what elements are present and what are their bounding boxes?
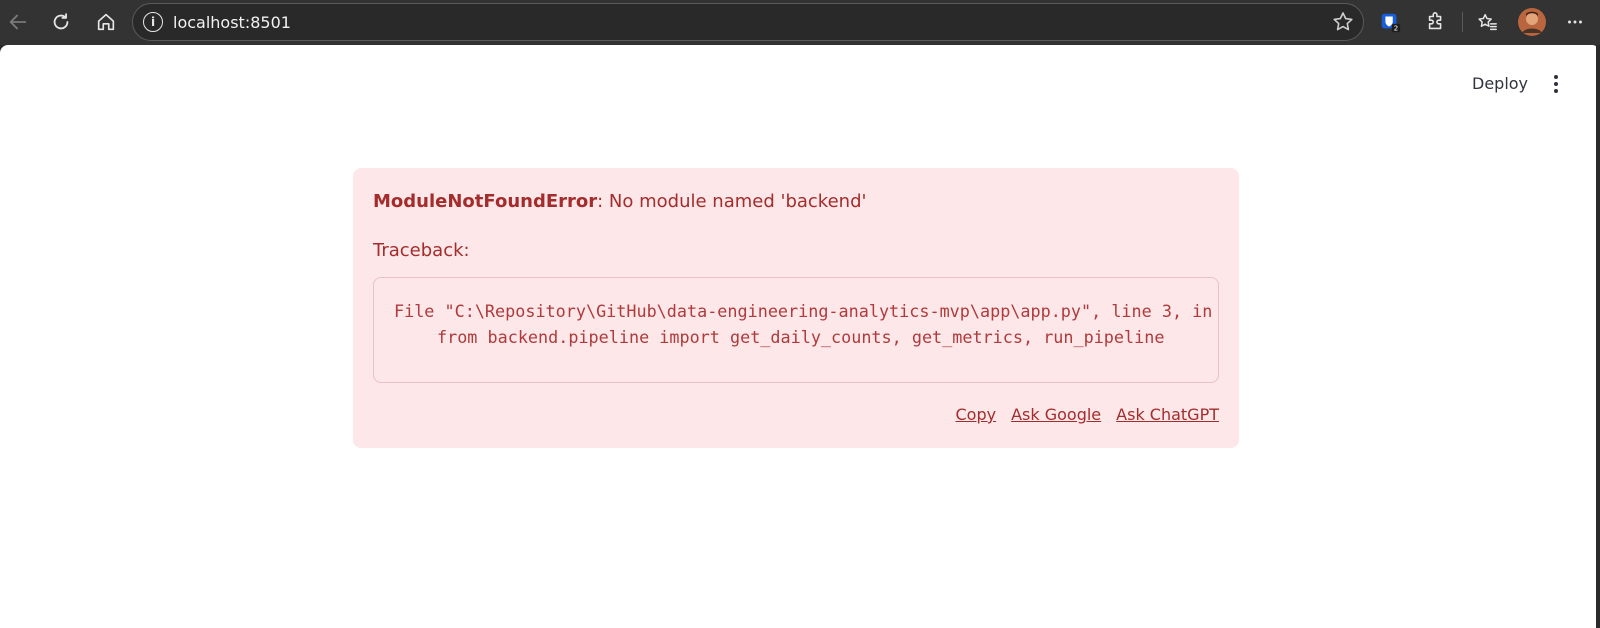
extension-badge: 2: [1394, 24, 1399, 33]
site-info-icon[interactable]: i: [143, 12, 163, 32]
reload-icon[interactable]: [43, 4, 79, 40]
browser-toolbar: i localhost:8501 2: [0, 0, 1600, 45]
toolbar-divider: [1462, 12, 1463, 32]
ask-google-link[interactable]: Ask Google: [1011, 405, 1101, 424]
star-icon[interactable]: [1331, 10, 1355, 34]
url-text: localhost:8501: [173, 13, 291, 32]
avatar[interactable]: [1514, 4, 1550, 40]
traceback-code-block[interactable]: File "C:\Repository\GitHub\data-engineer…: [373, 277, 1219, 383]
ask-chatgpt-link[interactable]: Ask ChatGPT: [1116, 405, 1219, 424]
traceback-label: Traceback:: [373, 240, 470, 261]
deploy-button[interactable]: Deploy: [1472, 74, 1528, 93]
error-card: ModuleNotFoundError: No module named 'ba…: [353, 168, 1239, 448]
address-bar[interactable]: i localhost:8501: [132, 3, 1364, 41]
favorites-icon[interactable]: [1469, 4, 1505, 40]
error-name: ModuleNotFoundError: [373, 191, 598, 212]
back-arrow-icon[interactable]: [0, 4, 36, 40]
puzzle-icon[interactable]: [1418, 4, 1454, 40]
bitwarden-icon[interactable]: 2: [1372, 4, 1408, 40]
error-actions: Copy Ask Google Ask ChatGPT: [956, 405, 1220, 424]
error-title: ModuleNotFoundError: No module named 'ba…: [373, 191, 866, 212]
copy-link[interactable]: Copy: [956, 405, 997, 424]
page-content: Deploy ModuleNotFoundError: No module na…: [0, 45, 1600, 628]
code-line: from backend.pipeline import get_daily_c…: [437, 327, 1165, 347]
window-edge: [1596, 45, 1600, 628]
main-menu-icon[interactable]: [1546, 73, 1566, 95]
error-message: : No module named 'backend': [597, 191, 867, 212]
more-icon[interactable]: [1557, 4, 1593, 40]
code-line: File "C:\Repository\GitHub\data-engineer…: [394, 301, 1219, 321]
home-icon[interactable]: [88, 4, 124, 40]
